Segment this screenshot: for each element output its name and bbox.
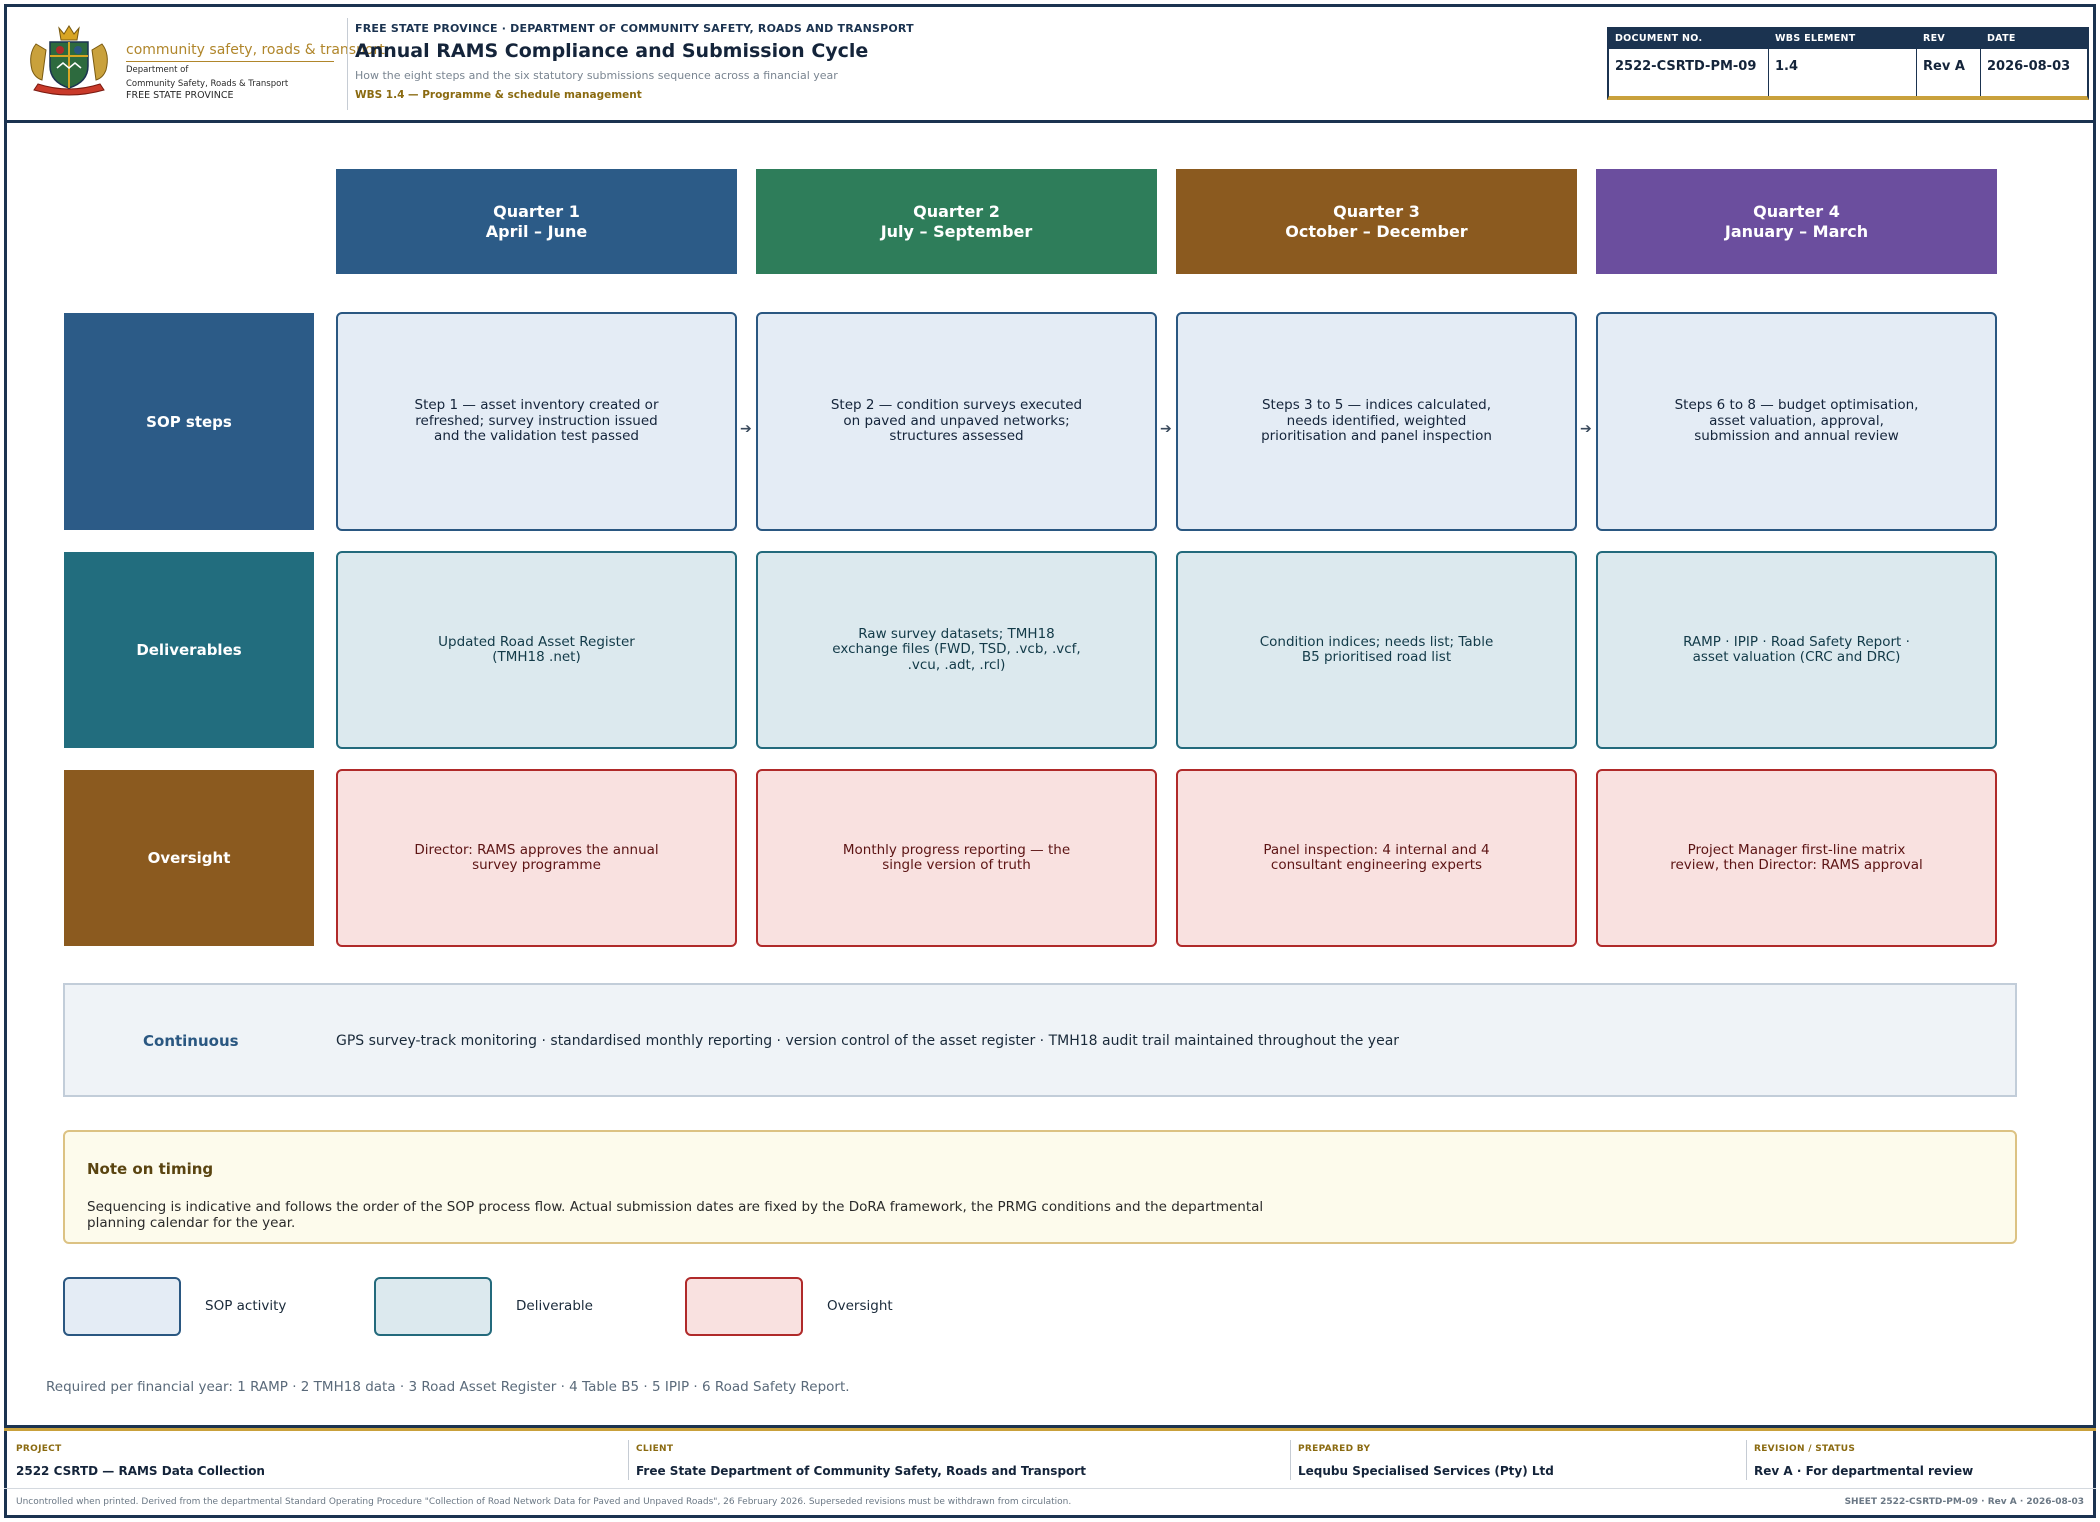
oversight-q1: Director: RAMS approves the annual surve… [336, 769, 737, 947]
quarter-name: Quarter 1 [493, 201, 580, 221]
quarter-months: January – March [1724, 221, 1869, 241]
meta-value: Rev A [1923, 59, 1965, 74]
footer-client: CLIENT Free State Department of Communit… [636, 1438, 1286, 1482]
document-title: Annual RAMS Compliance and Submission Cy… [355, 40, 869, 62]
flow-arrow-icon: ➔ [740, 421, 752, 437]
legend-label-oversight: Oversight [827, 1298, 893, 1314]
footer-line [4, 1488, 2096, 1489]
row-header-sop-steps: SOP steps [64, 313, 314, 530]
footer-label: CLIENT [636, 1444, 674, 1454]
footer-label: PROJECT [16, 1444, 62, 1454]
document-meta-table: DOCUMENT NO. 2522-CSRTD-PM-09 WBS ELEMEN… [1607, 27, 2089, 100]
quarter-4-header: Quarter 4 January – March [1596, 169, 1997, 274]
meta-label: DATE [1981, 29, 2087, 49]
logo-wordmark: community safety, roads & transport Depa… [126, 42, 385, 102]
meta-value: 1.4 [1775, 59, 1799, 74]
timing-note: Note on timing Sequencing is indicative … [63, 1130, 2017, 1244]
meta-label: REV [1917, 29, 1980, 49]
title-block-header: community safety, roads & transport Depa… [4, 4, 2096, 123]
quarter-2-header: Quarter 2 July – September [756, 169, 1157, 274]
sop-step-q1: Step 1 — asset inventory created or refr… [336, 312, 737, 531]
footer-value: Free State Department of Community Safet… [636, 1464, 1086, 1478]
note-text: Sequencing is indicative and follows the… [87, 1199, 1264, 1231]
flow-arrow-icon: ➔ [1580, 421, 1592, 437]
footer-separator [1746, 1440, 1747, 1480]
footer-disclaimer: Uncontrolled when printed. Derived from … [16, 1497, 1072, 1507]
meta-date: DATE 2026-08-03 [1981, 29, 2087, 96]
legend-swatch-deliverable [374, 1277, 492, 1336]
row-header-deliverables: Deliverables [64, 552, 314, 748]
note-title: Note on timing [87, 1160, 214, 1178]
footer-label: PREPARED BY [1298, 1444, 1371, 1454]
footer-sheet-reference: SHEET 2522-CSRTD-PM-09 · Rev A · 2026-08… [1844, 1497, 2084, 1507]
footer-project: PROJECT 2522 CSRTD — RAMS Data Collectio… [16, 1438, 616, 1482]
continuous-label: Continuous [143, 1032, 239, 1050]
coat-of-arms-logo [30, 25, 108, 96]
quarter-name: Quarter 2 [913, 201, 1000, 221]
oversight-q4: Project Manager first-line matrix review… [1596, 769, 1997, 947]
footer-value: Lequbu Specialised Services (Pty) Ltd [1298, 1464, 1554, 1478]
legend-label-sop-activity: SOP activity [205, 1298, 287, 1314]
footer-revision-status: REVISION / STATUS Rev A · For department… [1754, 1438, 2084, 1482]
deliverable-q2: Raw survey datasets; TMH18 exchange file… [756, 551, 1157, 749]
footer-separator [628, 1440, 629, 1480]
sop-step-q3: Steps 3 to 5 — indices calculated, needs… [1176, 312, 1577, 531]
meta-value: 2026-08-03 [1987, 59, 2071, 74]
required-submissions-line: Required per financial year: 1 RAMP · 2 … [46, 1379, 850, 1395]
legend-swatch-oversight [685, 1277, 803, 1336]
meta-wbs-element: WBS ELEMENT 1.4 [1769, 29, 1917, 96]
quarter-months: October – December [1285, 221, 1468, 241]
footer-rule [4, 1425, 2096, 1431]
deliverable-q4: RAMP · IPIP · Road Safety Report · asset… [1596, 551, 1997, 749]
deliverable-q3: Condition indices; needs list; Table B5 … [1176, 551, 1577, 749]
footer-prepared-by: PREPARED BY Lequbu Specialised Services … [1298, 1438, 1738, 1482]
quarter-name: Quarter 3 [1333, 201, 1420, 221]
footer-value: 2522 CSRTD — RAMS Data Collection [16, 1464, 265, 1478]
meta-label: DOCUMENT NO. [1609, 29, 1768, 49]
row-header-oversight: Oversight [64, 770, 314, 946]
legend-label-deliverable: Deliverable [516, 1298, 593, 1314]
footer-separator [1290, 1440, 1291, 1480]
meta-value: 2522-CSRTD-PM-09 [1615, 59, 1757, 74]
department-line: FREE STATE PROVINCE · DEPARTMENT OF COMM… [355, 22, 914, 35]
continuous-text: GPS survey-track monitoring · standardis… [336, 1033, 1400, 1049]
meta-rev: REV Rev A [1917, 29, 1981, 96]
oversight-q2: Monthly progress reporting — the single … [756, 769, 1157, 947]
document-subtitle: How the eight steps and the six statutor… [355, 69, 838, 82]
quarter-1-header: Quarter 1 April – June [336, 169, 737, 274]
footer-label: REVISION / STATUS [1754, 1444, 1856, 1454]
deliverable-q1: Updated Road Asset Register (TMH18 .net) [336, 551, 737, 749]
logo-province: FREE STATE PROVINCE [126, 90, 234, 101]
footer-value: Rev A · For departmental review [1754, 1464, 1974, 1478]
flow-arrow-icon: ➔ [1160, 421, 1172, 437]
logo-dept-name: Community Safety, Roads & Transport [126, 79, 289, 89]
wbs-tag: WBS 1.4 — Programme & schedule managemen… [355, 89, 642, 101]
meta-document-no: DOCUMENT NO. 2522-CSRTD-PM-09 [1609, 29, 1769, 96]
quarter-months: July – September [880, 221, 1033, 241]
header-divider [347, 18, 348, 110]
continuous-activities-band: Continuous GPS survey-track monitoring ·… [63, 983, 2017, 1097]
logo-tagline: community safety, roads & transport [126, 42, 385, 62]
sop-step-q4: Steps 6 to 8 — budget optimisation, asse… [1596, 312, 1997, 531]
oversight-q3: Panel inspection: 4 internal and 4 consu… [1176, 769, 1577, 947]
legend-swatch-sop-activity [63, 1277, 181, 1336]
sop-step-q2: Step 2 — condition surveys executed on p… [756, 312, 1157, 531]
meta-label: WBS ELEMENT [1769, 29, 1916, 49]
quarter-name: Quarter 4 [1753, 201, 1840, 221]
quarter-3-header: Quarter 3 October – December [1176, 169, 1577, 274]
logo-dept-of: Department of [126, 65, 189, 75]
quarter-months: April – June [485, 221, 588, 241]
